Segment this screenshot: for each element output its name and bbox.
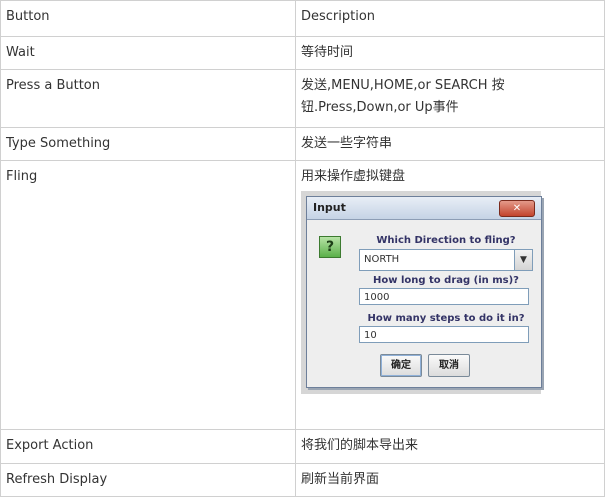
direction-value: NORTH: [364, 254, 400, 265]
table-row: Refresh Display 刷新当前界面: [0, 463, 605, 497]
table-row: Export Action 将我们的脚本导出来: [0, 429, 605, 464]
steps-label: How many steps to do it in?: [367, 313, 525, 324]
drag-duration-label: How long to drag (in ms)?: [373, 275, 519, 286]
header-description: Description: [295, 0, 605, 37]
dialog-titlebar: Input ✕: [307, 197, 541, 220]
cancel-button[interactable]: 取消: [428, 354, 470, 377]
row-description-cell: 刷新当前界面: [295, 463, 605, 497]
input-dialog: Input ✕ ? Which Direction to fling? NORT…: [306, 196, 542, 388]
chevron-down-icon[interactable]: ▼: [514, 250, 532, 270]
row-button-cell: Fling: [0, 160, 296, 430]
actions-table: Button Description Wait 等待时间 Press a But…: [0, 0, 605, 497]
row-description-cell: 发送,MENU,HOME,or SEARCH 按钮.Press,Down,or …: [295, 69, 605, 128]
table-row: Fling 用来操作虚拟键盘 Input ✕ ? Which Direction…: [0, 160, 605, 430]
input-dialog-screenshot: Input ✕ ? Which Direction to fling? NORT…: [301, 191, 542, 394]
row-description-cell: 将我们的脚本导出来: [295, 429, 605, 464]
header-button: Button: [0, 0, 296, 37]
table-header-row: Button Description: [0, 0, 605, 37]
table-row: Wait 等待时间: [0, 36, 605, 70]
row-button-cell: Press a Button: [0, 69, 296, 128]
table-row: Press a Button 发送,MENU,HOME,or SEARCH 按钮…: [0, 69, 605, 128]
row-button-cell: Refresh Display: [0, 463, 296, 497]
row-description-text: 用来操作虚拟键盘: [301, 169, 406, 184]
row-description-cell: 等待时间: [295, 36, 605, 70]
row-description-cell: 用来操作虚拟键盘 Input ✕ ? Which Direction to fl…: [295, 160, 605, 430]
row-button-cell: Type Something: [0, 127, 296, 161]
row-button-cell: Export Action: [0, 429, 296, 464]
direction-select[interactable]: NORTH ▼: [359, 249, 533, 271]
row-button-cell: Wait: [0, 36, 296, 70]
row-description-cell: 发送一些字符串: [295, 127, 605, 161]
table-row: Type Something 发送一些字符串: [0, 127, 605, 161]
close-icon[interactable]: ✕: [499, 200, 535, 217]
dialog-title: Input: [313, 201, 346, 214]
direction-label: Which Direction to fling?: [376, 235, 516, 246]
ok-button[interactable]: 确定: [380, 354, 422, 377]
drag-duration-input[interactable]: 1000: [359, 288, 529, 305]
steps-input[interactable]: 10: [359, 326, 529, 343]
question-icon: ?: [319, 236, 341, 258]
